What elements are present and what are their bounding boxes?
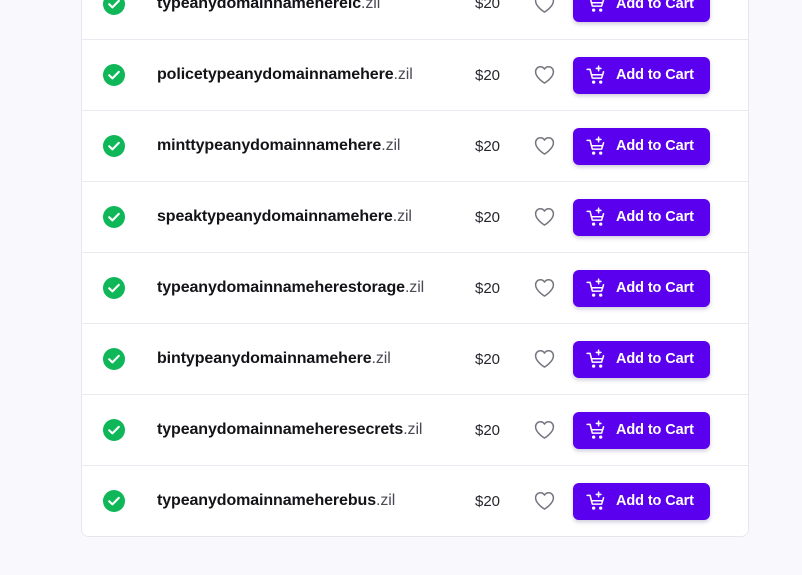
domain-name: bintypeanydomainnamehere.zil [157, 350, 475, 368]
table-row[interactable]: policetypeanydomainnamehere.zil $20 Add … [82, 39, 748, 110]
domain-name: policetypeanydomainnamehere.zil [157, 66, 475, 84]
domain-name-tld: .zil [393, 66, 413, 83]
add-to-cart-button[interactable]: Add to Cart [573, 340, 710, 378]
check-circle-icon [103, 277, 125, 299]
check-circle-icon [103, 206, 125, 228]
check-circle-icon [103, 0, 125, 15]
domain-name-sld: typeanydomainnameherebus [157, 492, 376, 509]
heart-outline-icon [534, 136, 555, 156]
add-to-cart-label: Add to Cart [616, 138, 694, 154]
add-to-cart-button[interactable]: Add to Cart [573, 269, 710, 307]
add-to-cart-label: Add to Cart [616, 0, 694, 12]
domain-name-sld: typeanydomainnamehereic [157, 0, 361, 12]
add-to-cart-label: Add to Cart [616, 209, 694, 225]
domain-price: $20 [475, 492, 501, 510]
favorite-button[interactable] [527, 484, 561, 518]
domain-name-sld: speaktypeanydomainnamehere [157, 208, 393, 225]
add-to-cart-button[interactable]: Add to Cart [573, 482, 710, 520]
table-row[interactable]: typeanydomainnameheresecrets.zil $20 Add… [82, 394, 748, 465]
check-circle-icon [103, 348, 125, 370]
table-row[interactable]: typeanydomainnameherestorage.zil $20 Add… [82, 252, 748, 323]
add-to-cart-label: Add to Cart [616, 67, 694, 83]
domain-name-tld: .zil [381, 137, 401, 154]
domain-name-tld: .zil [392, 208, 412, 225]
domain-name-tld: .zil [403, 421, 423, 438]
heart-outline-icon [534, 278, 555, 298]
add-to-cart-label: Add to Cart [616, 493, 694, 509]
add-to-cart-label: Add to Cart [616, 351, 694, 367]
add-to-cart-button[interactable]: Add to Cart [573, 0, 710, 22]
table-row[interactable]: typeanydomainnameherebus.zil $20 Add to … [82, 465, 748, 536]
domain-name-tld: .zil [404, 279, 425, 296]
add-to-cart-label: Add to Cart [616, 280, 694, 296]
domain-price: $20 [475, 137, 501, 155]
favorite-button[interactable] [527, 200, 561, 234]
domain-name-sld: bintypeanydomainnamehere [157, 350, 372, 367]
favorite-button[interactable] [527, 0, 561, 21]
cart-plus-icon [586, 277, 607, 299]
domain-name: typeanydomainnamehereic.zil [157, 0, 475, 13]
favorite-button[interactable] [527, 413, 561, 447]
check-circle-icon [103, 135, 125, 157]
add-to-cart-label: Add to Cart [616, 422, 694, 438]
table-row[interactable]: typeanydomainnamehereic.zil $20 Add to C… [82, 0, 748, 39]
domain-name: speaktypeanydomainnamehere.zil [157, 208, 475, 226]
domain-name: typeanydomainnameherebus.zil [157, 492, 475, 510]
add-to-cart-button[interactable]: Add to Cart [573, 411, 710, 449]
heart-outline-icon [534, 0, 555, 14]
table-row[interactable]: speaktypeanydomainnamehere.zil $20 Add t… [82, 181, 748, 252]
cart-plus-icon [586, 64, 607, 86]
domain-name-sld: policetypeanydomainnamehere [157, 66, 394, 83]
domain-name-tld: .zil [371, 350, 391, 367]
add-to-cart-button[interactable]: Add to Cart [573, 56, 710, 94]
domain-price: $20 [475, 350, 501, 368]
heart-outline-icon [534, 420, 555, 440]
cart-plus-icon [586, 0, 607, 14]
heart-outline-icon [534, 65, 555, 85]
cart-plus-icon [586, 348, 607, 370]
check-circle-icon [103, 64, 125, 86]
domain-price: $20 [475, 66, 501, 84]
domain-name-sld: typeanydomainnameheresecrets [157, 421, 404, 438]
check-circle-icon [103, 419, 125, 441]
favorite-button[interactable] [527, 58, 561, 92]
domain-name-tld: .zil [376, 492, 396, 509]
domain-price: $20 [475, 421, 501, 439]
heart-outline-icon [534, 349, 555, 369]
domain-name: typeanydomainnameheresecrets.zil [157, 421, 475, 439]
favorite-button[interactable] [527, 129, 561, 163]
cart-plus-icon [586, 490, 607, 512]
domain-price: $20 [475, 208, 501, 226]
domain-name: minttypeanydomainnamehere.zil [157, 137, 475, 155]
check-circle-icon [103, 490, 125, 512]
domain-price: $20 [475, 279, 501, 297]
domain-name-sld: typeanydomainnameherestorage [157, 279, 405, 296]
favorite-button[interactable] [527, 271, 561, 305]
domain-name: typeanydomainnameherestorage.zil [157, 279, 475, 297]
heart-outline-icon [534, 207, 555, 227]
cart-plus-icon [586, 419, 607, 441]
add-to-cart-button[interactable]: Add to Cart [573, 198, 710, 236]
cart-plus-icon [586, 135, 607, 157]
domain-name-tld: .zil [361, 0, 381, 12]
domain-price: $20 [475, 0, 501, 12]
cart-plus-icon [586, 206, 607, 228]
table-row[interactable]: minttypeanydomainnamehere.zil $20 Add to… [82, 110, 748, 181]
favorite-button[interactable] [527, 342, 561, 376]
heart-outline-icon [534, 491, 555, 511]
domain-results-card: typeanydomainnamehereic.zil $20 Add to C… [81, 0, 749, 537]
table-row[interactable]: bintypeanydomainnamehere.zil $20 Add to … [82, 323, 748, 394]
domain-name-sld: minttypeanydomainnamehere [157, 137, 382, 154]
add-to-cart-button[interactable]: Add to Cart [573, 127, 710, 165]
